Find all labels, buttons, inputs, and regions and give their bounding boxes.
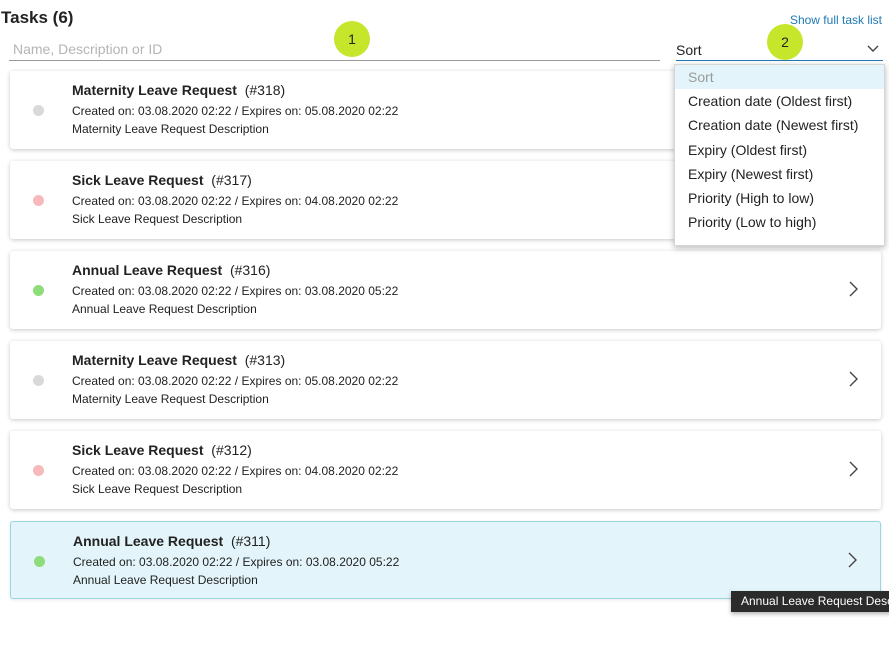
task-dates: Created on: 03.08.2020 02:22 / Expires o… bbox=[72, 104, 399, 118]
chevron-down-icon bbox=[867, 45, 879, 52]
sort-select-value: Sort bbox=[676, 42, 702, 58]
task-row[interactable]: Annual Leave Request (#316) Created on: … bbox=[10, 251, 881, 329]
task-row[interactable]: Maternity Leave Request (#313) Created o… bbox=[10, 341, 881, 419]
task-description: Annual Leave Request Description bbox=[72, 302, 257, 316]
task-dates: Created on: 03.08.2020 02:22 / Expires o… bbox=[72, 194, 399, 208]
task-name: Annual Leave Request bbox=[72, 262, 223, 278]
task-row[interactable]: Sick Leave Request (#312) Created on: 03… bbox=[10, 431, 881, 509]
task-name: Sick Leave Request bbox=[72, 442, 204, 458]
task-id: (#313) bbox=[244, 352, 286, 368]
task-dates: Created on: 03.08.2020 02:22 / Expires o… bbox=[73, 555, 400, 569]
task-id: (#317) bbox=[211, 172, 252, 188]
show-full-task-list-link[interactable]: Show full task list bbox=[790, 13, 882, 27]
task-dates: Created on: 03.08.2020 02:22 / Expires o… bbox=[72, 284, 399, 298]
sort-dropdown-menu: Sort Creation date (Oldest first) Creati… bbox=[674, 64, 885, 246]
sort-option-priority-low-high[interactable]: Priority (Low to high) bbox=[675, 210, 884, 234]
sort-option-creation-oldest[interactable]: Creation date (Oldest first) bbox=[675, 89, 884, 113]
task-id: (#316) bbox=[229, 262, 271, 278]
chevron-right-icon bbox=[849, 281, 858, 297]
task-description: Sick Leave Request Description bbox=[72, 482, 243, 496]
page-title: Tasks (6) bbox=[1, 8, 74, 27]
chevron-right-icon bbox=[848, 552, 857, 568]
task-dates: Created on: 03.08.2020 02:22 / Expires o… bbox=[72, 374, 399, 388]
task-name: Sick Leave Request bbox=[72, 172, 204, 188]
task-description: Maternity Leave Request Description bbox=[72, 122, 269, 136]
task-description: Sick Leave Request Description bbox=[72, 212, 243, 226]
step-badge-2: 2 bbox=[767, 24, 803, 60]
sort-option-expiry-oldest[interactable]: Expiry (Oldest first) bbox=[675, 138, 884, 162]
chevron-right-icon bbox=[849, 371, 858, 387]
status-dot bbox=[33, 285, 44, 296]
task-description: Annual Leave Request Description bbox=[73, 573, 258, 587]
sort-option-expiry-newest[interactable]: Expiry (Newest first) bbox=[675, 162, 884, 186]
status-dot bbox=[33, 465, 44, 476]
status-dot bbox=[33, 375, 44, 386]
task-name: Maternity Leave Request bbox=[72, 82, 237, 98]
task-name: Annual Leave Request bbox=[73, 533, 224, 549]
status-dot bbox=[33, 105, 44, 116]
task-row-selected[interactable]: Annual Leave Request (#311) Created on: … bbox=[10, 521, 881, 599]
sort-option-priority-high-low[interactable]: Priority (High to low) bbox=[675, 186, 884, 210]
step-badge-1: 1 bbox=[334, 21, 370, 57]
task-name: Maternity Leave Request bbox=[72, 352, 237, 368]
status-dot bbox=[34, 556, 45, 567]
chevron-right-icon bbox=[849, 461, 858, 477]
task-id: (#312) bbox=[211, 442, 252, 458]
task-id: (#311) bbox=[230, 533, 271, 549]
task-dates: Created on: 03.08.2020 02:22 / Expires o… bbox=[72, 464, 399, 478]
sort-option-placeholder[interactable]: Sort bbox=[675, 65, 884, 90]
status-dot bbox=[33, 195, 44, 206]
description-tooltip: Annual Leave Request Description bbox=[731, 591, 889, 612]
task-id: (#318) bbox=[244, 82, 286, 98]
task-description: Maternity Leave Request Description bbox=[72, 392, 269, 406]
sort-option-creation-newest[interactable]: Creation date (Newest first) bbox=[675, 113, 884, 137]
